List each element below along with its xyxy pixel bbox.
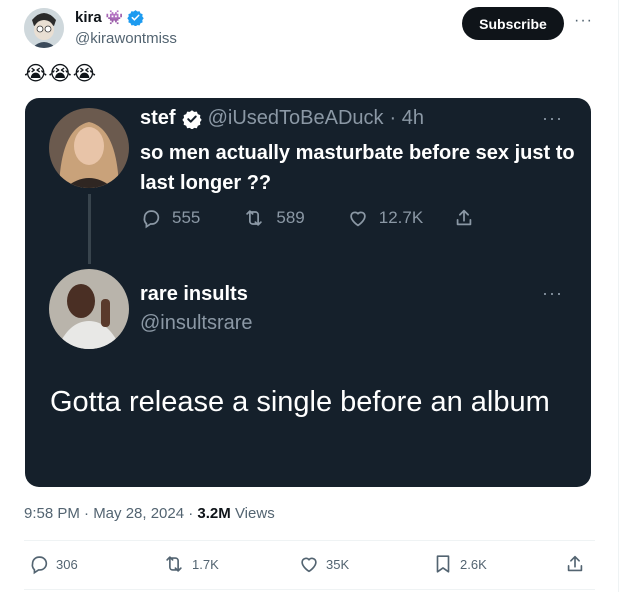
stef-tweet-text: so men actually masturbate before sex ju… [140,142,575,194]
reply-icon [28,553,50,575]
repost-icon [162,553,186,575]
reply-tweet-text: Gotta release a single before an album [50,386,550,418]
stef-reposts: 589 [242,207,305,229]
thread-connector-line [88,194,91,264]
heart-icon [347,207,369,229]
author-name-row: kira 👾 [75,9,144,26]
stef-header: stef @iUsedToBeADuck · 4h [140,107,424,130]
reply-display-name: rare insults [140,283,248,305]
reply-more-icon: ··· [542,283,563,303]
divider-bottom [24,589,595,590]
bookmark-icon [432,553,454,575]
author-avatar[interactable] [24,8,64,48]
bookmark-count: 2.6K [460,556,487,572]
attached-image[interactable]: stef @iUsedToBeADuck · 4h ··· so men act… [25,98,591,487]
timestamp-text[interactable]: 9:58 PM · May 28, 2024 · [24,505,197,522]
stef-more-icon: ··· [542,108,563,128]
stef-likes: 12.7K [347,207,423,229]
tweet-text: 😭😭😭 [24,63,98,85]
stef-time: · 4h [389,107,424,129]
bookmark-button[interactable]: 2.6K [432,553,487,575]
share-button[interactable] [564,553,586,575]
stef-handle: @iUsedToBeADuck [207,107,384,129]
reply-button[interactable]: 306 [28,553,78,575]
stef-replies: 555 [140,207,200,229]
heart-icon [298,553,320,575]
rare-insults-avatar [49,269,129,349]
author-handle[interactable]: @kirawontmiss [75,30,177,47]
more-options-icon[interactable]: ··· [574,12,593,30]
reply-count: 306 [56,556,78,572]
repost-icon [242,207,266,229]
author-display-name[interactable]: kira [75,9,102,26]
tweet-card: kira 👾 @kirawontmiss Subscribe ··· 😭😭😭 s… [0,0,619,592]
repost-button[interactable]: 1.7K [162,553,219,575]
tweet-timestamp[interactable]: 9:58 PM · May 28, 2024 · 3.2M Views [24,505,275,522]
stef-action-bar: 555 589 12.7K [140,207,475,229]
reply-handle: @insultsrare [140,312,253,334]
verified-badge-icon [127,9,144,26]
repost-count: 1.7K [192,556,219,572]
stef-share [453,207,475,229]
stef-reply-count: 555 [172,208,201,227]
views-count: 3.2M [197,505,231,522]
stef-verified-icon [181,109,202,129]
divider [24,540,595,541]
reply-icon [140,207,162,229]
share-icon [453,207,475,229]
like-button[interactable]: 35K [298,553,349,575]
action-bar: 306 1.7K 35K 2.6K [28,553,590,577]
subscribe-button[interactable]: Subscribe [462,7,564,40]
stef-like-count: 12.7K [378,208,424,227]
stef-display-name: stef [140,107,176,129]
share-icon [564,553,586,575]
views-label: Views [230,505,275,522]
stef-repost-count: 589 [276,208,305,227]
stef-avatar [49,108,129,188]
alien-monster-emoji: 👾 [105,9,124,25]
like-count: 35K [326,556,350,572]
